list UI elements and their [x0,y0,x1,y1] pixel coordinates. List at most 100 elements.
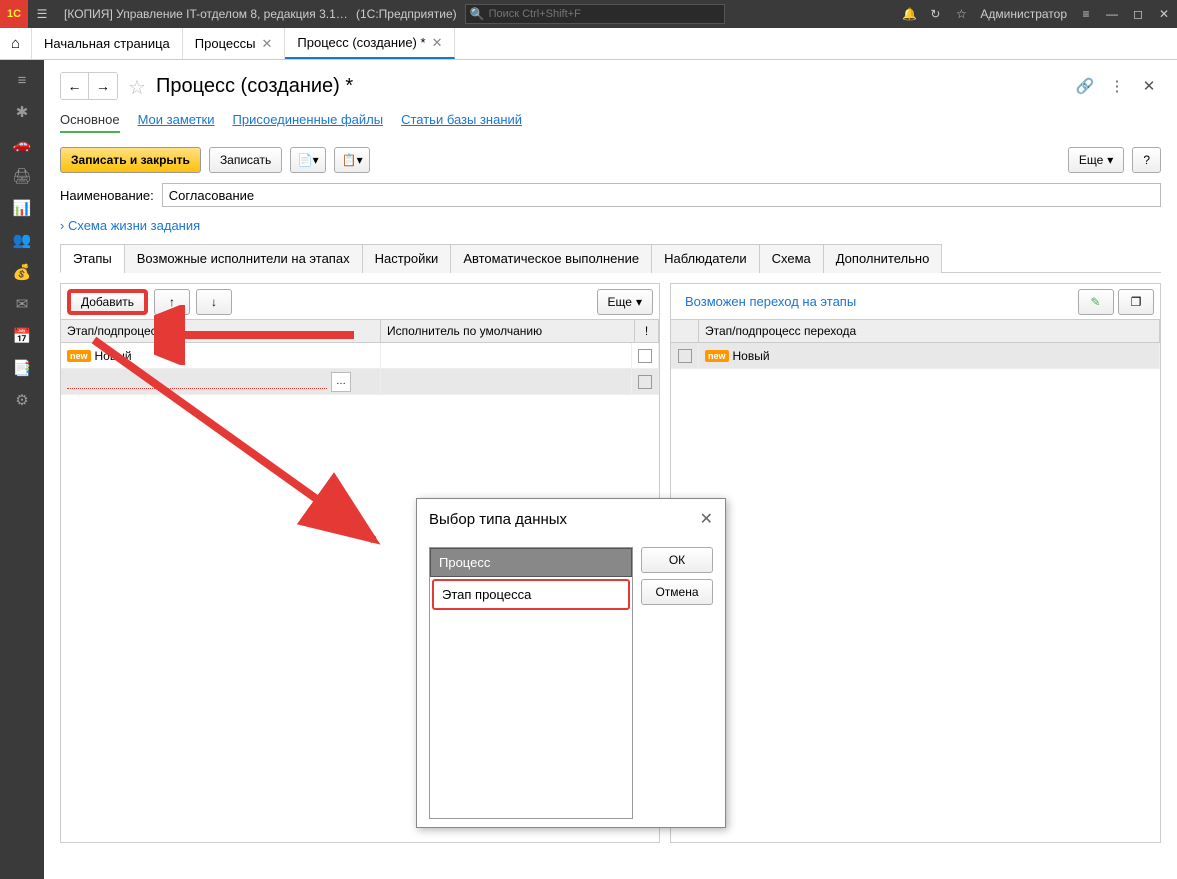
transitions-body: new Новый [671,343,1160,842]
sidebar: ≡ ✱ 🚗 🖨 📊 👥 💰 ✉ 📅 📑 ⚙ [0,60,44,879]
link-icon[interactable]: 🔗 [1073,74,1097,98]
name-row: Наименование: [60,183,1161,207]
search-input[interactable] [489,8,720,20]
favorite-star-icon[interactable]: ☆ [126,75,148,97]
close-window-icon[interactable]: ✕ [1151,7,1177,21]
dialog-buttons: ОК Отмена [641,547,713,819]
history-icon[interactable]: ↻ [922,7,948,21]
section-articles[interactable]: Статьи базы знаний [401,112,522,133]
sidebar-print-icon[interactable]: 🖨 [0,160,44,192]
dialog-cancel-button[interactable]: Отмена [641,579,713,605]
sidebar-calendar-icon[interactable]: 📅 [0,320,44,352]
dialog-title-bar: Выбор типа данных ✕ [417,499,725,539]
col-stage: Этап/подпроцесс [61,320,381,342]
lookup-button[interactable]: … [331,372,351,392]
section-notes[interactable]: Мои заметки [138,112,215,133]
window-subtitle: (1С:Предприятие) [356,7,465,21]
stages-toolbar: Добавить ↑ ↓ Еще ▾ [61,284,659,320]
nav-back-button[interactable]: ← [61,73,89,99]
new-badge: new [705,350,729,362]
tab-settings[interactable]: Настройки [362,244,452,273]
dialog-ok-button[interactable]: ОК [641,547,713,573]
schema-life-link[interactable]: Схема жизни задания [60,218,200,233]
maximize-icon[interactable]: ◻ [1125,7,1151,21]
sidebar-copy-icon[interactable]: 📑 [0,352,44,384]
tab-stages[interactable]: Этапы [60,244,125,273]
section-main[interactable]: Основное [60,112,120,133]
admin-label[interactable]: Администратор [974,7,1073,21]
tab-auto[interactable]: Автоматическое выполнение [450,244,652,273]
inner-tabs: Этапы Возможные исполнители на этапах На… [60,243,1161,273]
tab-close-icon[interactable]: ✕ [261,36,272,52]
nav-forward-button[interactable]: → [89,73,117,99]
transitions-panel: Возможен переход на этапы ✎ ❐ Этап/подпр… [670,283,1161,843]
section-links: Основное Мои заметки Присоединенные файл… [60,112,1161,133]
col-transition-stage: Этап/подпроцесс перехода [699,320,1160,342]
settings-icon[interactable]: ≡ [1073,7,1099,21]
stage-row[interactable]: newНовый [61,343,659,369]
tabs-bar: ⌂ Начальная страница Процессы ✕ Процесс … [0,28,1177,60]
transition-checkbox[interactable] [678,349,692,363]
global-search[interactable]: 🔍 [465,4,725,24]
home-tab[interactable]: Начальная страница [32,28,183,59]
flag-checkbox[interactable] [638,375,652,389]
help-button[interactable]: ? [1132,147,1161,173]
save-button[interactable]: Записать [209,147,282,173]
col-executor: Исполнитель по умолчанию [381,320,635,342]
tab-process-create[interactable]: Процесс (создание) * ✕ [285,28,455,59]
add-button[interactable]: Добавить [67,289,148,315]
home-tab-icon[interactable]: ⌂ [0,28,32,59]
stage-name: Новый [95,349,132,363]
app-logo: 1C [0,0,28,28]
sidebar-money-icon[interactable]: 💰 [0,256,44,288]
down-button[interactable]: ↓ [196,289,232,315]
page-close-icon[interactable]: ✕ [1137,74,1161,98]
type-item-stage[interactable]: Этап процесса [432,579,630,610]
bell-icon[interactable]: 🔔 [896,7,922,21]
sidebar-settings-icon[interactable]: ⚙ [0,384,44,416]
tab-processes[interactable]: Процессы ✕ [183,28,286,59]
toolbar-icon-1[interactable]: 📄▾ [290,147,326,173]
tab-label: Процессы [195,36,256,51]
tab-observers[interactable]: Наблюдатели [651,244,760,273]
transition-stage-name: Новый [733,349,770,363]
toolbar-icon-2[interactable]: 📋▾ [334,147,370,173]
window-title: [КОПИЯ] Управление IT-отделом 8, редакци… [56,7,356,21]
sidebar-chart-icon[interactable]: 📊 [0,192,44,224]
save-and-close-button[interactable]: Записать и закрыть [60,147,201,173]
minimize-icon[interactable]: — [1099,7,1125,21]
tab-additional[interactable]: Дополнительно [823,244,943,273]
stage-inline-input[interactable] [67,374,327,389]
star-icon[interactable]: ☆ [948,7,974,21]
dialog-body: Процесс Этап процесса ОК Отмена [417,539,725,827]
transitions-columns: Этап/подпроцесс перехода [671,320,1160,343]
transition-row[interactable]: new Новый [671,343,1160,369]
dialog-close-icon[interactable]: ✕ [700,509,713,529]
section-files[interactable]: Присоединенные файлы [233,112,384,133]
sidebar-users-icon[interactable]: 👥 [0,224,44,256]
up-button[interactable]: ↑ [154,289,190,315]
col-flag: ! [635,320,659,342]
sidebar-menu-icon[interactable]: ≡ [0,64,44,96]
page-header: ← → ☆ Процесс (создание) * 🔗 ⋮ ✕ [60,72,1161,100]
transitions-icon-2[interactable]: ❐ [1118,289,1154,315]
name-input[interactable] [162,183,1161,207]
hamburger-icon[interactable]: ☰ [28,7,56,21]
transitions-icon-1[interactable]: ✎ [1078,289,1114,315]
tab-close-icon[interactable]: ✕ [432,35,443,51]
home-tab-label: Начальная страница [44,36,170,51]
flag-checkbox[interactable] [638,349,652,363]
more-button[interactable]: Еще ▾ [1068,147,1124,173]
sidebar-car-icon[interactable]: 🚗 [0,128,44,160]
tab-schema[interactable]: Схема [759,244,824,273]
nav-back-forward: ← → [60,72,118,100]
stages-columns: Этап/подпроцесс Исполнитель по умолчанию… [61,320,659,343]
sidebar-mail-icon[interactable]: ✉ [0,288,44,320]
tab-executors[interactable]: Возможные исполнители на этапах [124,244,363,273]
stage-row-editing[interactable]: … [61,369,659,395]
panel-more-button[interactable]: Еще ▾ [597,289,653,315]
transitions-toolbar: Возможен переход на этапы ✎ ❐ [671,284,1160,320]
kebab-icon[interactable]: ⋮ [1105,74,1129,98]
type-item-process[interactable]: Процесс [430,548,632,577]
sidebar-gear-icon[interactable]: ✱ [0,96,44,128]
